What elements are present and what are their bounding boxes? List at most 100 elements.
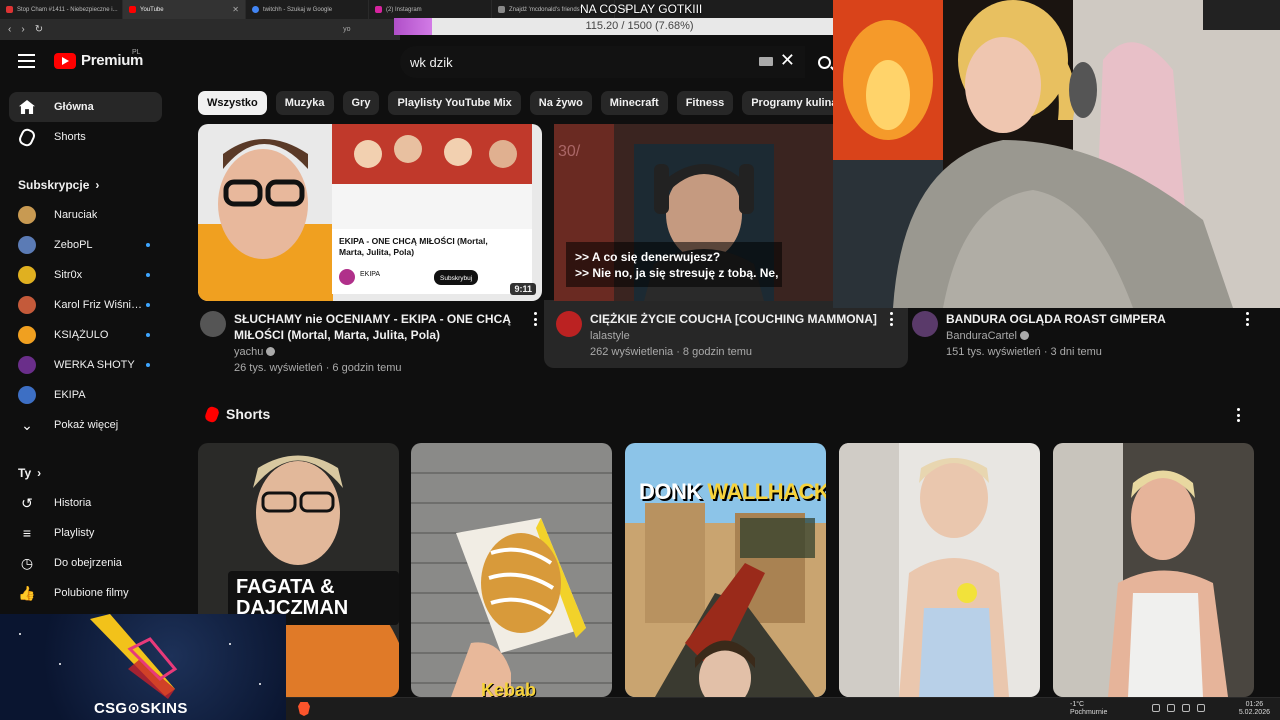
chip-mix[interactable]: Playlisty YouTube Mix (388, 91, 521, 115)
more-options-icon[interactable] (1246, 312, 1250, 326)
video-meta: 26 tys. wyświetleń · 6 godzin temu (234, 362, 402, 374)
new-content-dot (146, 273, 150, 277)
menu-icon[interactable] (18, 54, 35, 68)
sidebar-item-subscription[interactable]: KSIĄŻULO (9, 320, 162, 350)
sidebar-item-history[interactable]: ↺ Historia (9, 488, 162, 518)
short-thumbnail (839, 443, 1040, 697)
channel-avatar[interactable] (556, 311, 582, 337)
reload-icon[interactable]: ↻ (35, 24, 43, 35)
chip-minecraft[interactable]: Minecraft (600, 91, 668, 115)
you-heading[interactable]: Ty › (18, 466, 41, 480)
chevron-right-icon: › (95, 178, 100, 192)
more-options-icon[interactable] (890, 312, 894, 326)
sidebar-item-subscription[interactable]: Sitr0x (9, 260, 162, 290)
history-icon: ↺ (21, 494, 33, 511)
short-thumbnail (411, 443, 612, 697)
new-content-dot (146, 243, 150, 247)
network-icon[interactable] (1167, 704, 1175, 712)
tab-label: YouTube (140, 6, 164, 13)
shorts-more-options-icon[interactable] (1237, 408, 1241, 422)
video-meta: 262 wyświetlenia · 8 godzin temu (590, 346, 753, 358)
channel-name[interactable]: lalastyle (590, 328, 630, 344)
channel-avatar (18, 206, 36, 224)
sidebar-item-clock[interactable]: ◷ Do obejrzenia (9, 548, 162, 578)
channel-name[interactable]: BanduraCartel (946, 328, 1029, 344)
you-label: Ty (18, 466, 32, 480)
sidebar-item-subscription[interactable]: Karol Friz Wiśnie... (9, 290, 162, 320)
short-card[interactable] (1053, 443, 1254, 697)
short-card[interactable]: DONK WALLHACK? (625, 443, 826, 697)
forward-icon[interactable]: › (21, 24, 24, 35)
sidebar-item-label: Karol Friz Wiśnie... (54, 299, 144, 311)
chevron-up-icon[interactable] (1152, 704, 1160, 712)
sidebar-item-label: Polubione filmy (54, 587, 129, 599)
verified-icon (1019, 331, 1029, 340)
video-thumbnail[interactable]: 30/ >> A co się denerwujesz? >> Nie no, … (554, 124, 834, 301)
chip-games[interactable]: Gry (342, 91, 380, 115)
video-title[interactable]: SŁUCHAMY nie OCENIAMY - EKIPA - ONE CHCĄ… (234, 311, 514, 343)
search-input[interactable]: wk dzik ✕ (400, 46, 805, 78)
sidebar-item-label: KSIĄŻULO (54, 329, 109, 341)
chevron-down-icon: ⌄ (21, 416, 33, 433)
browser-tab[interactable]: Stop Cham #1411 - Niebezpieczne i... (0, 0, 123, 19)
address-bar: ‹ › ↻ yo (0, 19, 400, 40)
subscriptions-heading[interactable]: Subskrypcje › (18, 178, 99, 192)
sidebar-item-label: Naruciak (54, 209, 98, 221)
sidebar-item-label: Sitr0x (54, 269, 83, 281)
video-title[interactable]: CIĘŻKIE ŻYCIE COUCHA [COUCHING MAMMONA] (590, 311, 877, 327)
thumbnail-artwork-text: 30/ (558, 143, 581, 160)
tab-favicon (6, 6, 13, 13)
browser-tab-youtube[interactable]: YouTube ✕ (123, 0, 246, 19)
sidebar-item-shorts[interactable]: Shorts (9, 122, 162, 152)
thumbnail-artwork-text: EKIPA - ONE CHCĄ MIŁOŚCI (Mortal, (339, 235, 488, 246)
sidebar-item-home[interactable]: Główna (9, 92, 162, 122)
sidebar-item-subscription[interactable]: ZeboPL (9, 230, 162, 260)
sponsor-logo: CSG⊙SKINS (94, 700, 188, 717)
sponsor-brand-rest: SKINS (140, 700, 188, 717)
sidebar-item-label: WERKA SHOTY (54, 359, 135, 371)
sidebar-item-subscription[interactable]: WERKA SHOTY (9, 350, 162, 380)
more-options-icon[interactable] (534, 312, 538, 326)
chip-fitness[interactable]: Fitness (676, 91, 734, 115)
show-more-button[interactable]: ⌄ Pokaż więcej (9, 410, 162, 440)
channel-label: BanduraCartel (946, 330, 1017, 342)
short-overlay-text: Kebab (481, 680, 537, 697)
browser-tab[interactable]: twitchh - Szukaj w Google (246, 0, 369, 19)
sidebar-item-subscription[interactable]: EKIPA (9, 380, 162, 410)
url-field[interactable]: yo (343, 26, 350, 33)
new-content-dot (146, 303, 150, 307)
keyboard-icon[interactable] (759, 57, 773, 66)
channel-avatar (18, 326, 36, 344)
short-card[interactable]: Kebab (411, 443, 612, 697)
chip-music[interactable]: Muzyka (275, 91, 334, 115)
video-thumbnail[interactable]: EKIPA - ONE CHCĄ MIŁOŚCI (Mortal, Marta,… (198, 124, 542, 301)
instagram-favicon (375, 6, 382, 13)
short-card[interactable] (839, 443, 1040, 697)
clear-search-icon[interactable]: ✕ (780, 50, 795, 71)
channel-avatar[interactable] (912, 311, 938, 337)
browser-tab[interactable]: (2) Instagram (369, 0, 492, 19)
system-clock[interactable]: 01:26 5.02.2026 (1239, 701, 1270, 717)
sidebar-item-playlist[interactable]: ≡ Playlisty (9, 518, 162, 548)
new-content-dot (146, 363, 150, 367)
video-title[interactable]: BANDURA OGLĄDA ROAST GIMPERA (946, 311, 1166, 327)
weather-widget[interactable]: -1°C Pochmurnie (1070, 701, 1107, 717)
channel-name[interactable]: yachu (234, 344, 276, 360)
browser-tab-bar: Stop Cham #1411 - Niebezpieczne i... You… (0, 0, 840, 19)
close-tab-icon[interactable]: ✕ (232, 5, 239, 14)
youtube-logo[interactable]: Premium (54, 52, 143, 69)
sidebar-item-thumbs-up[interactable]: 👍 Polubione filmy (9, 578, 162, 608)
back-icon[interactable]: ‹ (8, 24, 11, 35)
battery-icon[interactable] (1197, 704, 1205, 712)
chip-all[interactable]: Wszystko (198, 91, 267, 115)
channel-avatar[interactable] (200, 311, 226, 337)
channel-avatar (18, 386, 36, 404)
tab-label: twitchh - Szukaj w Google (263, 6, 333, 13)
speaker-icon[interactable] (1182, 704, 1190, 712)
sidebar-item-label: Historia (54, 497, 92, 509)
chip-live[interactable]: Na żywo (529, 91, 592, 115)
filter-chips: Wszystko Muzyka Gry Playlisty YouTube Mi… (198, 91, 864, 115)
sidebar-item-subscription[interactable]: Naruciak (9, 200, 162, 230)
brave-browser-icon[interactable] (298, 702, 310, 716)
search-icon (817, 55, 831, 69)
